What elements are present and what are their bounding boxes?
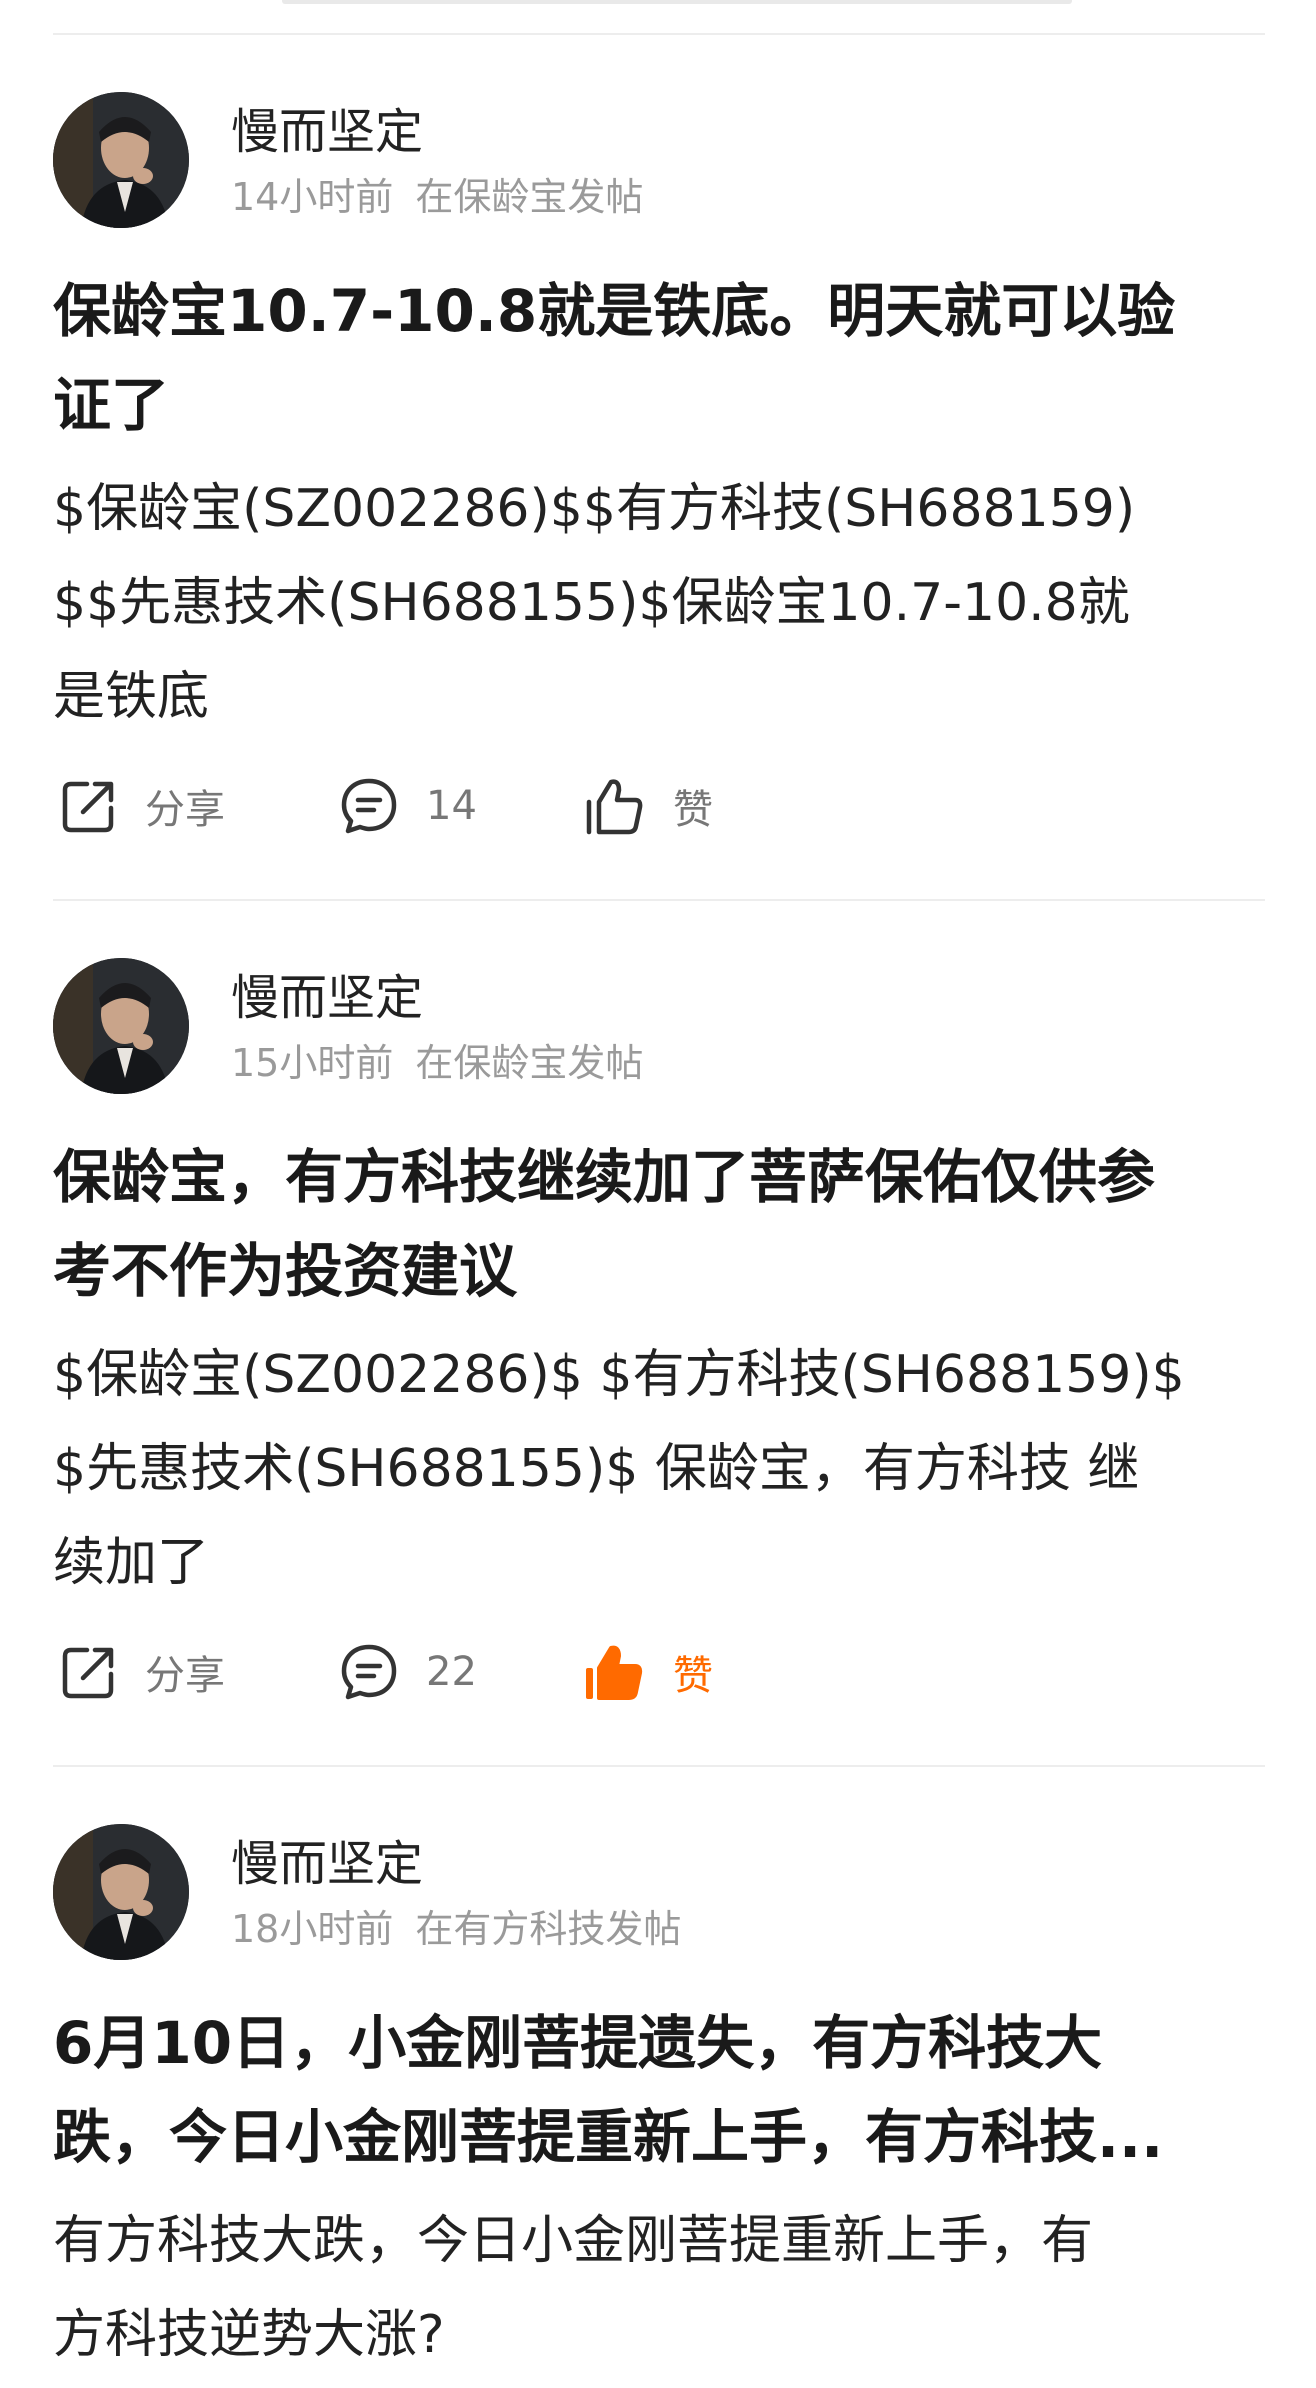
post-body[interactable]: $保龄宝(SZ002286)$$有方科技(SH688159) $$先惠技术(SH… — [53, 462, 1265, 744]
post-time: 14小时前 — [231, 175, 394, 219]
author-row: 慢而坚定 14小时前 在保龄宝发帖 — [53, 92, 1265, 228]
post-location[interactable]: 在保龄宝发帖 — [415, 1041, 643, 1085]
avatar[interactable] — [53, 92, 189, 228]
like-button-active[interactable]: 赞 — [583, 1632, 713, 1712]
share-label: 分享 — [145, 1653, 225, 1699]
comment-count: 14 — [426, 783, 477, 829]
share-button[interactable]: 分享 — [59, 1632, 225, 1712]
share-label: 分享 — [145, 787, 225, 833]
post-card[interactable]: 慢而坚定 14小时前 在保龄宝发帖 保龄宝10.7-10.8就是铁底。明天就可以验… — [53, 92, 1265, 846]
like-label: 赞 — [673, 1653, 713, 1699]
avatar[interactable] — [53, 1824, 189, 1960]
action-bar: 分享 14 赞 — [53, 766, 1265, 846]
share-button[interactable]: 分享 — [59, 766, 225, 846]
post-meta: 14小时前 在保龄宝发帖 — [231, 172, 643, 222]
post-title[interactable]: 6月10日，小金刚菩提遗失，有方科技大 跌，今日小金刚菩提重新上手，有方科技..… — [53, 1996, 1265, 2184]
author-name[interactable]: 慢而坚定 — [231, 968, 423, 1028]
post-title[interactable]: 保龄宝，有方科技继续加了菩萨保佑仅供参 考不作为投资建议 — [53, 1130, 1265, 1318]
post-location[interactable]: 在保龄宝发帖 — [415, 175, 643, 219]
post-location[interactable]: 在有方科技发帖 — [415, 1907, 681, 1951]
avatar[interactable] — [53, 958, 189, 1094]
divider — [53, 1765, 1265, 1767]
comment-icon — [338, 775, 400, 837]
like-button[interactable]: 赞 — [583, 766, 713, 846]
author-name[interactable]: 慢而坚定 — [231, 102, 423, 162]
share-icon — [59, 1642, 119, 1702]
like-label: 赞 — [673, 787, 713, 833]
comment-button[interactable]: 14 — [338, 766, 477, 846]
post-meta: 15小时前 在保龄宝发帖 — [231, 1038, 643, 1088]
divider — [53, 899, 1265, 901]
share-icon — [59, 776, 119, 836]
divider — [53, 33, 1265, 35]
thumbs-up-filled-icon — [583, 1640, 647, 1704]
comment-count: 22 — [426, 1649, 477, 1695]
author-row: 慢而坚定 15小时前 在保龄宝发帖 — [53, 958, 1265, 1094]
post-card[interactable]: 慢而坚定 18小时前 在有方科技发帖 6月10日，小金刚菩提遗失，有方科技大 跌，… — [53, 1824, 1265, 2382]
post-meta: 18小时前 在有方科技发帖 — [231, 1904, 681, 1954]
author-row: 慢而坚定 18小时前 在有方科技发帖 — [53, 1824, 1265, 1960]
top-scroll-hint — [282, 0, 1072, 4]
comment-icon — [338, 1641, 400, 1703]
post-time: 15小时前 — [231, 1041, 394, 1085]
comment-button[interactable]: 22 — [338, 1632, 477, 1712]
post-body[interactable]: $保龄宝(SZ002286)$ $有方科技(SH688159)$ $先惠技术(S… — [53, 1328, 1265, 1610]
post-card[interactable]: 慢而坚定 15小时前 在保龄宝发帖 保龄宝，有方科技继续加了菩萨保佑仅供参 考不作… — [53, 958, 1265, 1712]
author-name[interactable]: 慢而坚定 — [231, 1834, 423, 1894]
thumbs-up-icon — [583, 774, 647, 838]
post-time: 18小时前 — [231, 1907, 394, 1951]
post-body[interactable]: 有方科技大跌，今日小金刚菩提重新上手，有 方科技逆势大涨? — [53, 2194, 1265, 2382]
post-title[interactable]: 保龄宝10.7-10.8就是铁底。明天就可以验 证了 — [53, 264, 1265, 452]
action-bar: 分享 22 赞 — [53, 1632, 1265, 1712]
